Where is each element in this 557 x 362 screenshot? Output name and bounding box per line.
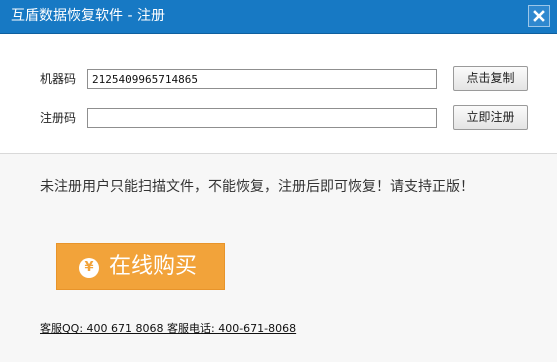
buy-online-button[interactable]: ¥ 在线购买 [56, 243, 225, 290]
registration-notice: 未注册用户只能扫描文件，不能恢复，注册后即可恢复！请支持正版！ [40, 179, 474, 195]
register-button[interactable]: 立即注册 [453, 105, 528, 130]
title-bar: 互盾数据恢复软件 - 注册 [0, 0, 557, 34]
window-title: 互盾数据恢复软件 - 注册 [11, 8, 165, 24]
registration-form [0, 34, 557, 154]
close-button[interactable] [528, 5, 550, 27]
machine-code-field[interactable] [87, 69, 437, 89]
copy-button[interactable]: 点击复制 [453, 66, 528, 91]
register-dialog: 互盾数据恢复软件 - 注册 机器码 点击复制 注册码 立即注册 未注册用户只能扫… [0, 0, 557, 362]
register-code-label: 注册码 [40, 111, 77, 125]
close-icon [533, 10, 545, 22]
register-code-field[interactable] [87, 108, 437, 128]
yen-icon: ¥ [79, 258, 99, 278]
buy-online-label: 在线购买 [109, 254, 198, 279]
machine-code-label: 机器码 [40, 72, 77, 86]
contact-link[interactable]: 客服QQ: 400 671 8068 客服电话: 400-671-8068 [40, 322, 296, 336]
